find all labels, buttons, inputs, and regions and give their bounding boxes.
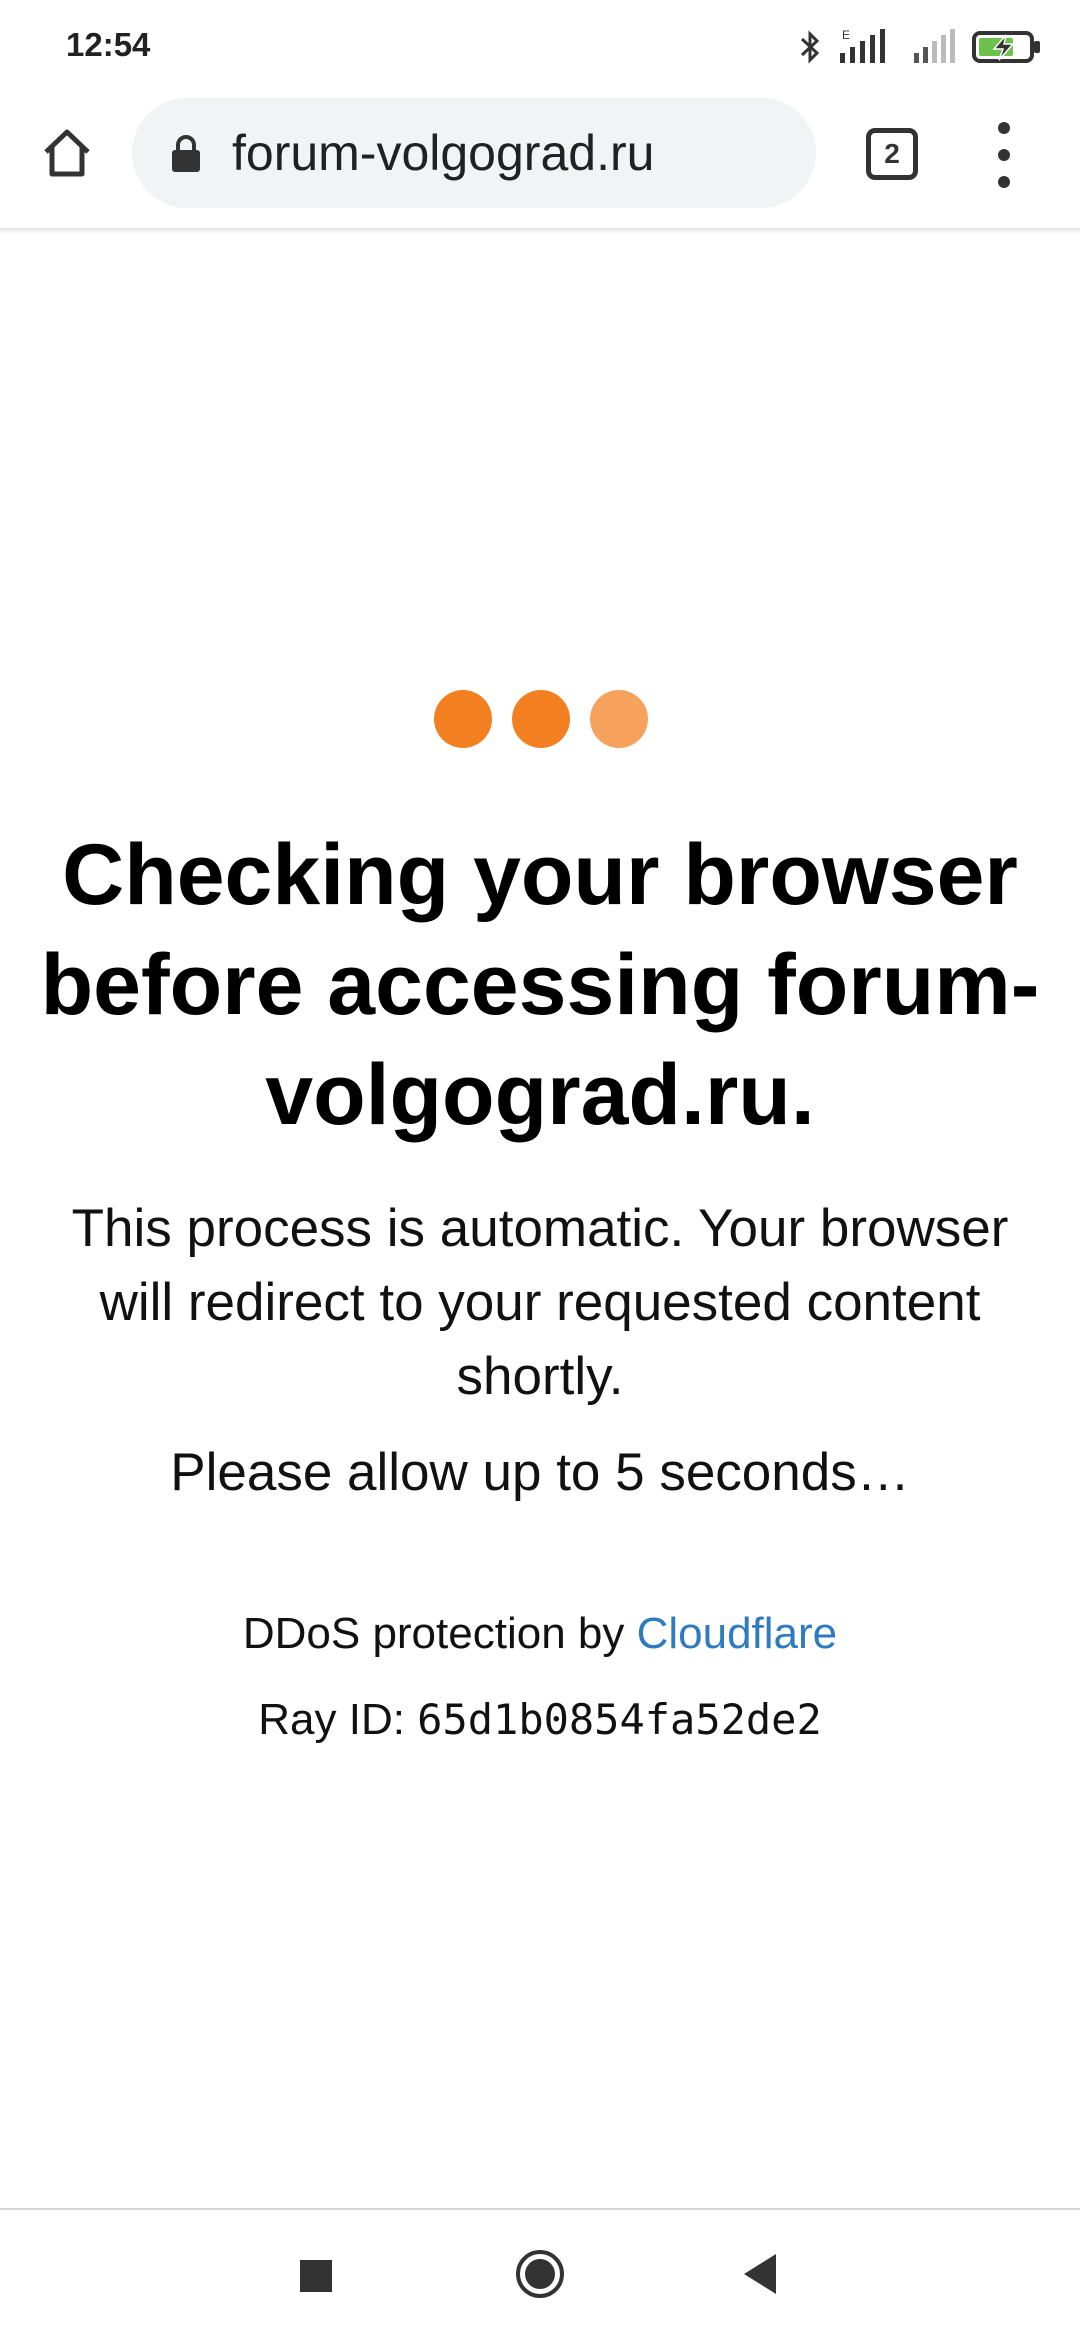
back-triangle-icon[interactable] bbox=[740, 2250, 780, 2298]
tab-switcher-button[interactable]: 2 bbox=[862, 124, 920, 182]
status-time: 12:54 bbox=[66, 26, 151, 63]
page-heading: Checking your browser before accessing f… bbox=[40, 827, 1040, 1143]
battery-charging-icon bbox=[972, 31, 1040, 63]
status-icons: E bbox=[798, 22, 1042, 72]
more-menu-button[interactable] bbox=[984, 122, 1024, 188]
wait-text: Please allow up to 5 seconds… bbox=[170, 1443, 910, 1502]
home-button[interactable] bbox=[32, 118, 102, 188]
toolbar-shadow bbox=[0, 228, 1080, 234]
loading-dot bbox=[434, 690, 492, 748]
more-vert-dot bbox=[998, 176, 1010, 188]
network-type-label: E bbox=[842, 28, 850, 42]
description-text: This process is automatic. Your browser … bbox=[71, 1199, 1009, 1406]
loading-dots bbox=[434, 690, 648, 750]
ddos-prefix: DDoS protection by bbox=[242, 1609, 637, 1658]
more-vert-icon bbox=[998, 122, 1010, 134]
tab-count: 2 bbox=[884, 138, 900, 169]
url-bar[interactable]: forum-volgograd.ru bbox=[132, 98, 816, 208]
url-text: forum-volgograd.ru bbox=[232, 125, 655, 181]
status-bar: 12:54 E bbox=[0, 0, 1080, 92]
ddos-protection-line: DDoS protection by Cloudflare bbox=[40, 1604, 1040, 1664]
home-icon bbox=[44, 129, 90, 177]
tab-switcher-icon: 2 bbox=[866, 128, 918, 180]
ray-id-line: Ray ID: 65d1b0854fa52de2 bbox=[40, 1690, 1040, 1750]
recents-square-icon[interactable] bbox=[300, 2260, 332, 2292]
signal-icon-sim2 bbox=[914, 29, 955, 63]
signal-icon-sim1: E bbox=[840, 28, 885, 63]
home-circle-icon[interactable] bbox=[514, 2248, 566, 2300]
more-vert-dot bbox=[998, 149, 1010, 161]
bluetooth-icon bbox=[800, 30, 820, 64]
browser-toolbar: forum-volgograd.ru 2 bbox=[0, 92, 1080, 230]
loading-dot bbox=[512, 690, 570, 748]
cloudflare-link[interactable]: Cloudflare bbox=[637, 1609, 838, 1658]
ray-id-label: Ray ID: bbox=[258, 1695, 418, 1744]
lock-icon bbox=[172, 135, 200, 172]
ray-id-value: 65d1b0854fa52de2 bbox=[417, 1695, 822, 1744]
system-nav-bar bbox=[0, 2210, 1080, 2340]
loading-dot bbox=[590, 690, 648, 748]
